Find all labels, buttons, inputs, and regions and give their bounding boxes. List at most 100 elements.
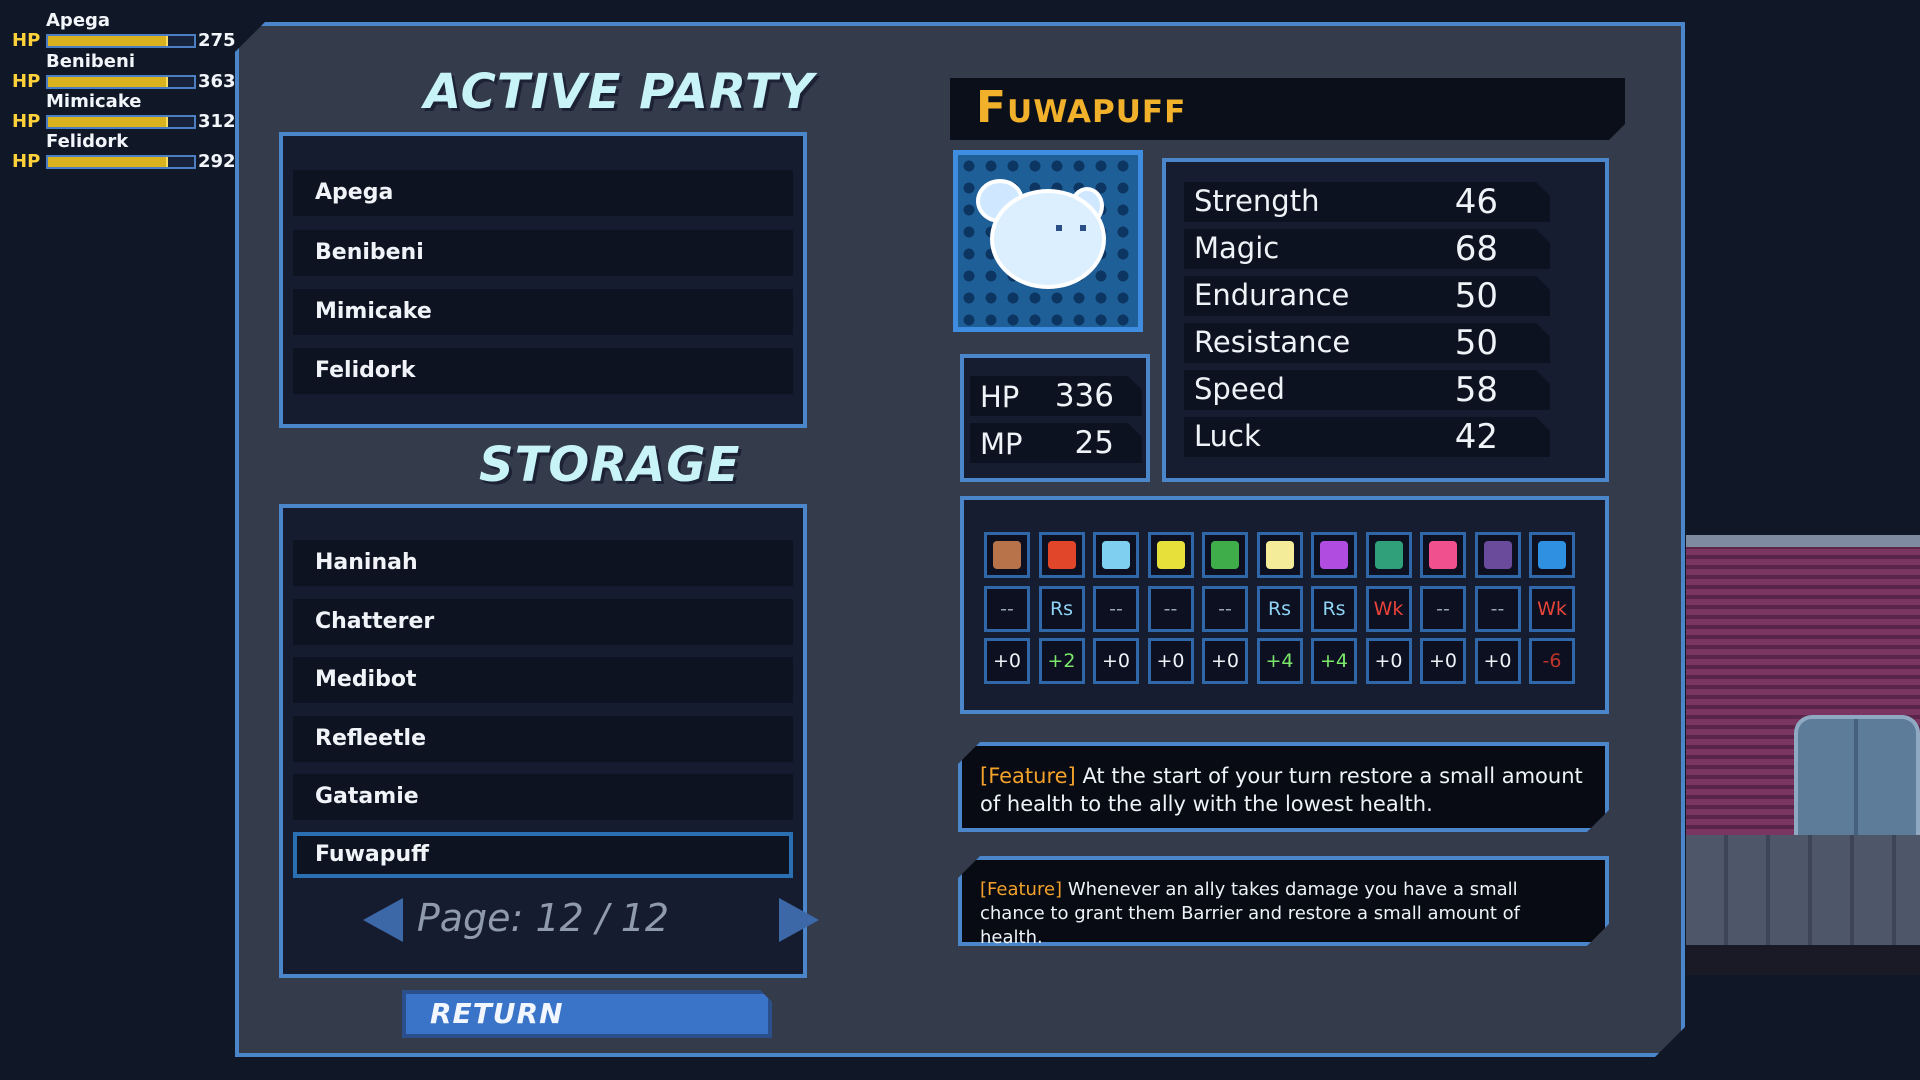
hud-member: Felidork HP 292 — [0, 131, 240, 172]
affinity-mod-cell: +4 — [1311, 638, 1357, 684]
affinity-mod-cell: +0 — [1420, 638, 1466, 684]
hud-member-name: Benibeni — [46, 51, 135, 72]
party-slot[interactable]: Felidork — [293, 348, 793, 394]
hud-hp-label: HP — [12, 111, 41, 132]
light-icon-glyph — [1265, 541, 1294, 569]
scene-door — [1794, 715, 1920, 840]
light-icon — [1256, 532, 1303, 578]
next-page-arrow-icon[interactable] — [779, 898, 819, 942]
stat-value: 42 — [1454, 417, 1498, 457]
scene-door-seam — [1854, 719, 1858, 840]
page-indicator: Page: 12 / 12 — [416, 896, 670, 940]
storage-slot[interactable]: Gatamie — [293, 774, 793, 820]
hp-value: 336 — [1054, 378, 1114, 414]
hud-hp-label: HP — [12, 30, 41, 51]
hud-member-name: Felidork — [46, 131, 129, 152]
party-slot[interactable]: Benibeni — [293, 230, 793, 276]
hud-hp-label: HP — [12, 71, 41, 92]
stat-label: Luck — [1194, 419, 1261, 453]
creature-eye — [1056, 225, 1062, 231]
hud-member: Benibeni HP 363 — [0, 51, 240, 92]
affinity-resist-cell: Wk — [1365, 586, 1412, 632]
affinity-resist-cell: -- — [984, 586, 1030, 632]
affinity-resist-cell: Rs — [1038, 586, 1085, 632]
feature-tag: [Feature] — [980, 879, 1063, 900]
heart-icon-glyph — [1429, 541, 1457, 569]
stats-box: Strength 46 Magic 68 Endurance 50 Resist… — [1162, 158, 1609, 482]
affinity-mod-cell: -6 — [1529, 638, 1575, 684]
affinity-mod-cell: +0 — [984, 638, 1030, 684]
thunder-icon — [1147, 532, 1194, 578]
hud-hp-bar — [46, 155, 196, 169]
affinity-resist-cell: -- — [1420, 586, 1466, 632]
affinity-mod-cell: +0 — [1365, 638, 1412, 684]
hud-hp-bar — [46, 75, 196, 89]
hud-member-name: Mimicake — [46, 91, 142, 112]
affinity-mod-cell: +2 — [1038, 638, 1085, 684]
feature-box: [Feature] At the start of your turn rest… — [958, 742, 1609, 832]
stat-label: Resistance — [1194, 325, 1351, 359]
creature-name-banner: Fuwapuff — [950, 78, 1625, 140]
earth-icon — [1474, 532, 1521, 578]
return-button[interactable]: RETURN — [402, 990, 772, 1038]
affinity-mod-cell: +4 — [1256, 638, 1303, 684]
stat-value: 68 — [1454, 229, 1498, 269]
hud-hp-label: HP — [12, 151, 41, 172]
storage-slot[interactable]: Chatterer — [293, 599, 793, 645]
storage-slot[interactable]: Medibot — [293, 657, 793, 703]
storage-slot-selected[interactable]: Fuwapuff — [293, 832, 793, 878]
hud-hp-fill — [48, 77, 168, 87]
fire-icon — [1038, 532, 1085, 578]
thunder-icon-glyph — [1156, 541, 1185, 569]
affinity-resist-cell: -- — [1147, 586, 1194, 632]
background-scene — [1686, 535, 1920, 975]
party-slot[interactable]: Mimicake — [293, 289, 793, 335]
hud-hp-fill — [48, 36, 168, 46]
poison-icon-glyph — [1374, 541, 1403, 569]
dark-icon-glyph — [1320, 541, 1348, 569]
stat-row: Luck 42 — [1184, 417, 1550, 457]
hud-hp-value: 292 — [198, 151, 236, 172]
hud-hp-bar — [46, 115, 196, 129]
affinity-resist-cell: Wk — [1529, 586, 1575, 632]
stat-value: 50 — [1454, 323, 1498, 363]
wind-icon — [1202, 532, 1248, 578]
affinity-mod-cell: +0 — [1093, 638, 1139, 684]
poison-icon — [1365, 532, 1412, 578]
mp-value: 25 — [1074, 425, 1114, 461]
affinity-mod-cell: +0 — [1202, 638, 1248, 684]
almighty-icon — [1529, 532, 1575, 578]
stat-label: Endurance — [1194, 278, 1350, 312]
feature-box: [Feature] Whenever an ally takes damage … — [958, 856, 1609, 946]
creature-body — [994, 193, 1102, 285]
feature-description: [Feature] Whenever an ally takes damage … — [980, 878, 1587, 950]
stat-row: Speed 58 — [1184, 370, 1550, 410]
creature-eye — [1080, 225, 1086, 231]
hud-member-name: Apega — [46, 10, 111, 31]
feature-description: [Feature] At the start of your turn rest… — [980, 762, 1587, 818]
heart-icon — [1420, 532, 1466, 578]
hp-row: HP 336 — [970, 376, 1142, 416]
affinity-resist-cell: -- — [1474, 586, 1521, 632]
hud-hp-value: 275 — [198, 30, 236, 51]
stat-row: Endurance 50 — [1184, 276, 1550, 316]
stat-label: Strength — [1194, 184, 1320, 218]
storage-slot[interactable]: Refleetle — [293, 716, 793, 762]
stat-value: 50 — [1454, 276, 1498, 316]
wind-icon-glyph — [1211, 541, 1239, 569]
stat-row: Magic 68 — [1184, 229, 1550, 269]
fire-icon-glyph — [1047, 541, 1076, 569]
storage-list: Haninah Chatterer Medibot Refleetle Gata… — [279, 504, 807, 978]
earth-icon-glyph — [1483, 541, 1512, 569]
storage-heading: STORAGE — [479, 437, 741, 493]
ice-icon — [1093, 532, 1139, 578]
hud-hp-bar — [46, 34, 196, 48]
storage-slot[interactable]: Haninah — [293, 540, 793, 586]
stat-label: Magic — [1194, 231, 1280, 265]
feature-tag: [Feature] — [980, 764, 1076, 788]
hud-member: Mimicake HP 312 — [0, 91, 240, 132]
party-slot[interactable]: Apega — [293, 170, 793, 216]
ice-icon-glyph — [1102, 541, 1130, 569]
slash-icon-glyph — [993, 541, 1021, 569]
active-party-list: Apega Benibeni Mimicake Felidork — [279, 132, 807, 428]
